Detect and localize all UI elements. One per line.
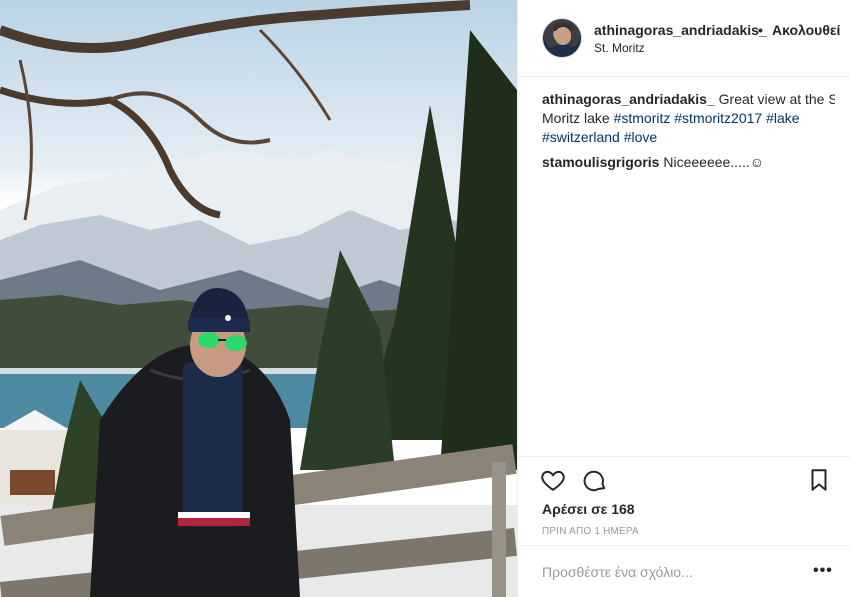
post-header: athinagoras_andriadakis_ • Ακολουθεί St.… <box>518 0 850 77</box>
comments-section: athinagoras_andriadakis_ Great view at t… <box>542 90 835 172</box>
comment-icon[interactable] <box>582 467 608 493</box>
caption-line-2: Moritz lake #stmoritz #stmoritz2017 #lak… <box>542 109 835 128</box>
hashtag-stmoritz2017[interactable]: #stmoritz2017 <box>674 110 762 126</box>
header-separator: • <box>758 22 763 38</box>
caption-line-1: athinagoras_andriadakis_ Great view at t… <box>542 90 835 109</box>
location-link[interactable]: St. Moritz <box>594 41 645 55</box>
comment-username[interactable]: stamoulisgrigoris <box>542 154 659 170</box>
hashtag-love[interactable]: #love <box>624 129 657 145</box>
photo-scene <box>0 0 517 597</box>
header-username[interactable]: athinagoras_andriadakis_ <box>594 22 767 38</box>
post-photo[interactable] <box>0 0 517 597</box>
more-options-icon[interactable]: ••• <box>813 562 833 580</box>
post-timestamp: ΠΡΙΝ ΑΠΟ 1 ΗΜΕΡΑ <box>542 526 639 537</box>
hashtag-switzerland[interactable]: #switzerland <box>542 129 620 145</box>
bookmark-icon[interactable] <box>806 467 832 493</box>
add-comment-bar: ••• <box>518 545 850 597</box>
follow-button[interactable]: Ακολουθεί <box>772 22 850 38</box>
comment-item: stamoulisgrigoris Niceeeeee.....☺ <box>542 153 835 172</box>
post-details-panel: athinagoras_andriadakis_ • Ακολουθεί St.… <box>517 0 850 597</box>
comment-text: Niceeeeee.....☺ <box>663 154 765 170</box>
hashtag-stmoritz[interactable]: #stmoritz <box>614 110 671 126</box>
heart-icon[interactable] <box>540 467 566 493</box>
comment-input[interactable] <box>542 560 792 584</box>
caption-text-2: Moritz lake <box>542 110 610 126</box>
avatar[interactable] <box>542 18 582 58</box>
post-actions: Αρέσει σε 168 ΠΡΙΝ ΑΠΟ 1 ΗΜΕΡΑ ••• <box>518 456 850 596</box>
likes-count[interactable]: Αρέσει σε 168 <box>542 501 635 517</box>
caption-username[interactable]: athinagoras_andriadakis_ <box>542 91 715 107</box>
caption-text: Great view at the St <box>718 91 835 107</box>
hashtag-lake[interactable]: #lake <box>766 110 799 126</box>
caption-line-3: #switzerland #love <box>542 128 835 147</box>
